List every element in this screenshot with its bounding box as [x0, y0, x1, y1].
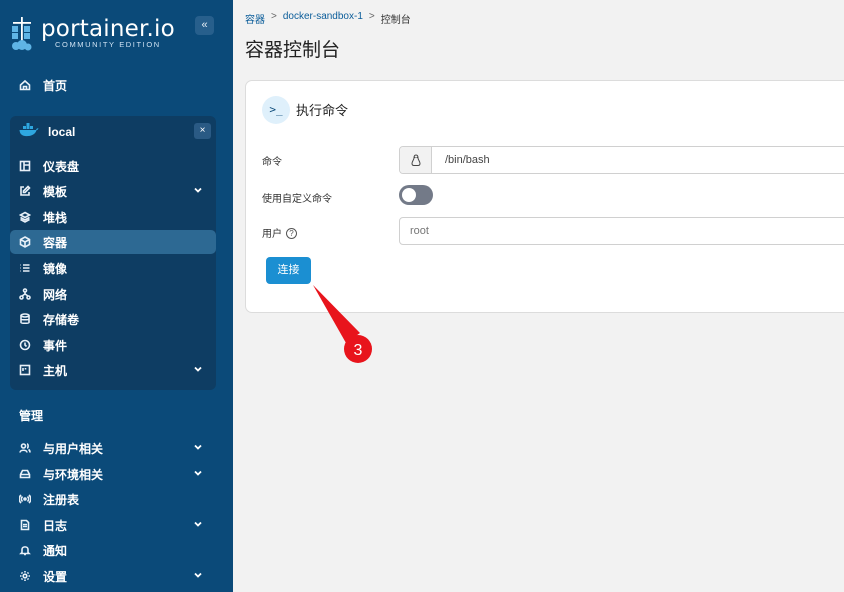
sidebar-item-templates[interactable]: 模板	[10, 179, 216, 203]
sidebar-item-stacks[interactable]: 堆栈	[10, 205, 216, 229]
breadcrumb-current: 控制台	[380, 15, 411, 26]
sidebar-item-label: 日志	[43, 518, 68, 533]
users-icon	[18, 441, 32, 455]
sidebar-item-label: 设置	[43, 569, 68, 584]
sidebar-item-containers[interactable]: 容器	[10, 230, 216, 254]
sidebar-item-label: 事件	[43, 338, 68, 353]
user-label-row: 用户?	[262, 225, 297, 240]
sidebar-item-label: 与环境相关	[43, 467, 104, 482]
portainer-logo-icon	[12, 17, 32, 51]
card-title: 执行命令	[296, 103, 349, 118]
chevron-down-icon	[192, 569, 204, 581]
sidebar-item-label: 注册表	[43, 492, 80, 507]
breadcrumb-container-link[interactable]: docker-sandbox-1	[283, 11, 363, 26]
command-select[interactable]: /bin/bash	[399, 146, 844, 174]
sidebar-item-label: 堆栈	[43, 210, 68, 225]
sidebar-item-events[interactable]: 事件	[10, 333, 216, 357]
sidebar-item-label: 通知	[43, 543, 68, 558]
sidebar-item-settings[interactable]: 设置	[10, 564, 216, 588]
user-input[interactable]: root	[399, 217, 844, 245]
sidebar-item-logs[interactable]: 日志	[10, 513, 216, 537]
breadcrumb-containers-link[interactable]: 容器	[245, 11, 265, 26]
sidebar-item-label: 模板	[43, 184, 68, 199]
bell-icon	[18, 543, 32, 557]
sidebar-item-home[interactable]: 首页	[10, 73, 216, 97]
environment-close-button[interactable]: ×	[194, 123, 211, 139]
annotation-number: 3	[354, 342, 363, 359]
environment-name: local	[48, 125, 76, 139]
dashboard-icon	[18, 159, 32, 173]
edit-icon	[18, 184, 32, 198]
gear-icon	[18, 569, 32, 583]
layers-icon	[18, 210, 32, 224]
exec-command-card: >_ 执行命令 命令 /bin/bash 使用自定义命令 用户? root 连接	[245, 80, 844, 313]
breadcrumb: 容器 > docker-sandbox-1 > 控制台	[245, 11, 411, 26]
file-icon	[18, 518, 32, 532]
chevron-down-icon	[192, 363, 204, 375]
breadcrumb-separator: >	[368, 11, 375, 22]
sidebar-item-label: 主机	[43, 363, 68, 378]
linux-icon	[400, 147, 432, 173]
sidebar-item-label: 网络	[43, 287, 68, 302]
sidebar-item-registries[interactable]: 注册表	[10, 487, 216, 511]
database-icon	[18, 312, 32, 326]
logo-subtitle: COMMUNITY EDITION	[55, 40, 161, 49]
sidebar-item-label: 仪表盘	[43, 159, 80, 174]
command-label: 命令	[262, 157, 282, 168]
sidebar-item-notifications[interactable]: 通知	[10, 538, 216, 562]
sidebar-item-label: 镜像	[43, 261, 68, 276]
sidebar-item-label: 首页	[43, 78, 68, 93]
sidebar-item-label: 存储卷	[43, 312, 80, 327]
sidebar-item-dashboard[interactable]: 仪表盘	[10, 154, 216, 178]
logo[interactable]: portainer.io COMMUNITY EDITION	[8, 14, 226, 54]
custom-command-label: 使用自定义命令	[262, 194, 332, 205]
page-title: 容器控制台	[245, 40, 341, 61]
user-input-placeholder: root	[410, 225, 429, 237]
docker-icon	[19, 123, 39, 137]
sidebar-item-host[interactable]: 主机	[10, 358, 216, 382]
terminal-icon: >_	[262, 96, 290, 124]
logo-text: portainer.io	[41, 16, 175, 42]
sidebar-item-label: 与用户相关	[43, 441, 104, 456]
chevron-down-icon	[192, 467, 204, 479]
breadcrumb-separator: >	[271, 11, 277, 22]
command-value: /bin/bash	[445, 154, 490, 166]
sidebar-item-images[interactable]: 镜像	[10, 256, 216, 280]
drive-icon	[18, 467, 32, 481]
sidebar-item-users[interactable]: 与用户相关	[10, 436, 216, 460]
custom-command-toggle[interactable]	[399, 185, 433, 205]
section-title-admin: 管理	[19, 409, 44, 423]
user-label: 用户	[262, 229, 282, 240]
annotation-pointer: 3	[313, 285, 372, 363]
connect-button[interactable]: 连接	[266, 257, 311, 284]
box-icon	[18, 235, 32, 249]
toggle-knob	[402, 188, 416, 202]
home-icon	[18, 78, 32, 92]
help-icon[interactable]: ?	[286, 228, 297, 239]
chevron-down-icon	[192, 184, 204, 196]
clock-icon	[18, 338, 32, 352]
sidebar-item-environments[interactable]: 与环境相关	[10, 462, 216, 486]
chevron-down-icon	[192, 441, 204, 453]
host-icon	[18, 363, 32, 377]
sidebar-item-label: 容器	[43, 235, 68, 250]
sidebar: portainer.io COMMUNITY EDITION « 首页 loca…	[0, 0, 233, 592]
sidebar-item-volumes[interactable]: 存储卷	[10, 307, 216, 331]
collapse-sidebar-button[interactable]: «	[195, 16, 214, 35]
radio-icon	[18, 492, 32, 506]
sidebar-item-networks[interactable]: 网络	[10, 282, 216, 306]
network-icon	[18, 287, 32, 301]
list-icon	[18, 261, 32, 275]
environment-header[interactable]: local	[10, 117, 216, 145]
chevron-down-icon	[192, 518, 204, 530]
